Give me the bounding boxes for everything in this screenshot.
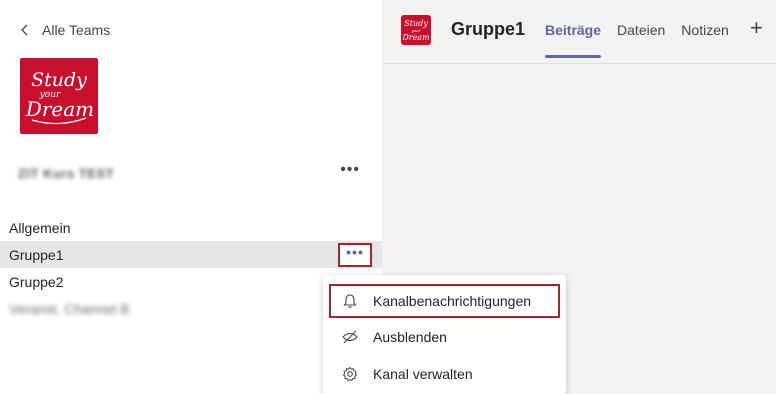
menu-item-label: Kanalbenachrichtigungen xyxy=(373,293,532,309)
svg-text:Dream: Dream xyxy=(401,33,430,42)
team-name: ZIT Kurs TEST xyxy=(18,165,115,181)
team-logo-small: Study your Dream xyxy=(401,15,431,45)
team-logo: Study your Dream xyxy=(20,58,98,134)
tab-dateien[interactable]: Dateien xyxy=(617,22,665,38)
channel-label: Gruppe2 xyxy=(9,273,64,290)
menu-item-notifications[interactable]: Kanalbenachrichtigungen xyxy=(329,284,560,318)
add-tab-button[interactable]: + xyxy=(750,17,763,39)
team-name-row[interactable]: ZIT Kurs TEST ••• xyxy=(18,162,364,184)
eye-off-icon xyxy=(341,328,359,346)
menu-item-manage-channel[interactable]: Kanal verwalten xyxy=(329,357,560,391)
tab-beitraege[interactable]: Beiträge xyxy=(545,22,602,58)
menu-item-hide[interactable]: Ausblenden xyxy=(329,320,560,354)
tab-notizen[interactable]: Notizen xyxy=(681,22,728,38)
svg-text:Dream: Dream xyxy=(25,97,94,121)
channel-more-options-button[interactable]: ••• xyxy=(338,242,372,267)
back-label: Alle Teams xyxy=(42,22,111,38)
channel-item-gruppe1[interactable]: Gruppe1 ••• xyxy=(0,241,382,268)
chevron-left-icon xyxy=(21,24,28,36)
more-dots: ••• xyxy=(346,243,364,260)
team-more-options-button[interactable]: ••• xyxy=(336,162,364,181)
menu-item-label: Kanal verwalten xyxy=(373,366,473,382)
channel-title: Gruppe1 xyxy=(451,19,526,39)
channel-label: Allgemein xyxy=(9,219,71,236)
channel-label: Gruppe1 xyxy=(9,246,64,263)
svg-text:Study: Study xyxy=(404,19,428,28)
back-to-teams-link[interactable]: Alle Teams xyxy=(18,22,110,38)
channel-item-allgemein[interactable]: Allgemein xyxy=(0,214,382,241)
svg-text:Study: Study xyxy=(31,69,87,91)
channel-context-menu: Kanalbenachrichtigungen Ausblenden Kanal… xyxy=(323,275,566,394)
channel-tabs: Beiträge Dateien Notizen xyxy=(545,22,745,58)
gear-icon xyxy=(341,365,359,383)
menu-item-label: Ausblenden xyxy=(373,329,447,345)
channel-label: Veranst. Channel B xyxy=(9,300,130,317)
channel-header: Study your Dream Gruppe1 Beiträge Dateie… xyxy=(382,0,776,64)
bell-icon xyxy=(341,292,359,310)
